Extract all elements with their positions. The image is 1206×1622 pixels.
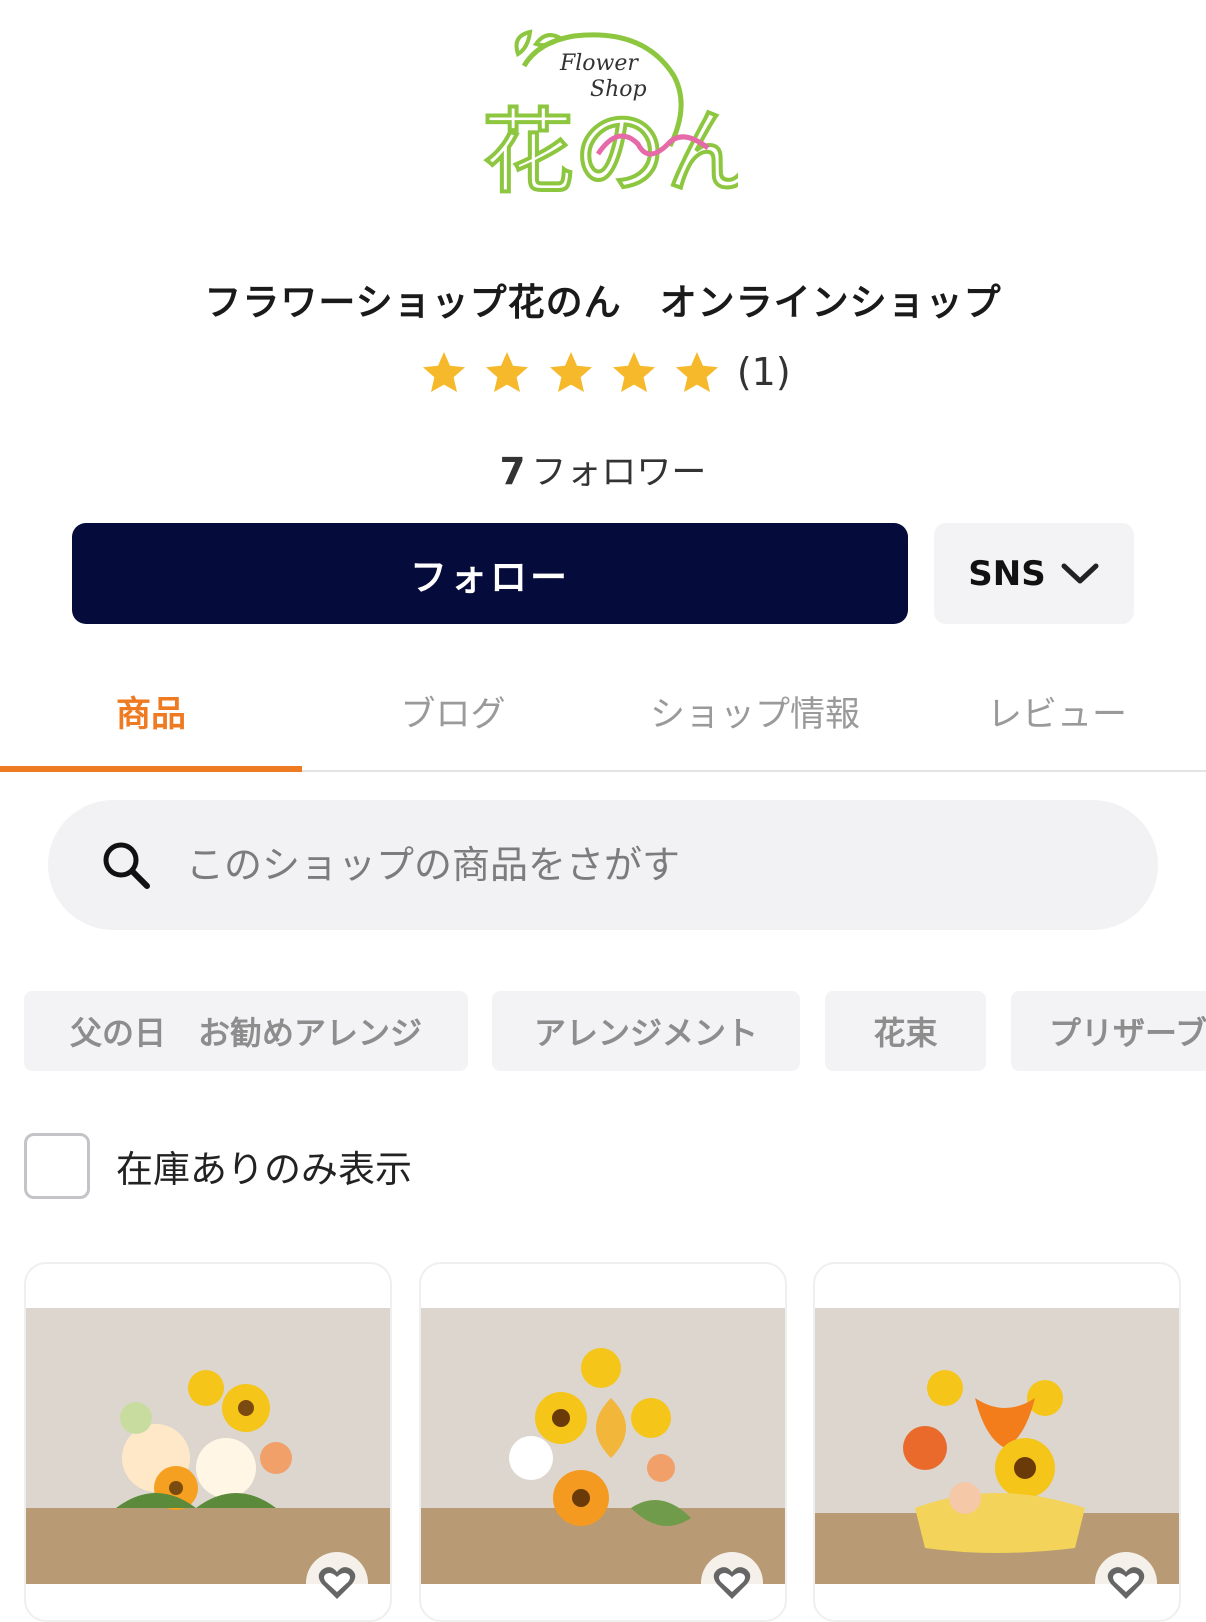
star-icon (549, 352, 592, 392)
product-image (26, 1308, 390, 1584)
chip-arrangement[interactable]: アレンジメント (492, 991, 800, 1071)
product-card[interactable] (419, 1262, 787, 1622)
sns-dropdown-button[interactable]: SNS (934, 523, 1134, 624)
in-stock-label: 在庫ありのみ表示 (116, 1148, 412, 1191)
search-icon (103, 842, 150, 889)
shop-search-bar[interactable] (48, 800, 1158, 930)
tab-bar: 商品 ブログ ショップ情報 レビュー (0, 668, 1206, 772)
review-count: (1) (736, 350, 791, 394)
star-icon (675, 352, 718, 392)
favorite-button[interactable] (701, 1552, 763, 1614)
follower-number: 7 (499, 450, 526, 493)
in-stock-checkbox[interactable] (24, 1133, 90, 1199)
product-image (815, 1308, 1179, 1584)
heart-icon (713, 1567, 751, 1599)
category-chips: 父の日 お勧めアレンジ アレンジメント 花束 プリザーブ (24, 991, 1206, 1071)
logo-text-flower: Flower (559, 51, 639, 76)
tab-products[interactable]: 商品 (0, 668, 302, 772)
product-card[interactable] (813, 1262, 1181, 1622)
product-card[interactable] (24, 1262, 392, 1622)
logo-text-kanji: 花のん (482, 99, 738, 204)
chip-bouquet[interactable]: 花束 (825, 991, 986, 1071)
chip-preserved[interactable]: プリザーブ (1011, 991, 1206, 1071)
star-icon (486, 352, 529, 392)
shop-logo: Flower Shop 花のん (478, 14, 760, 208)
shop-rating[interactable]: (1) (0, 348, 1206, 396)
tab-reviews[interactable]: レビュー (906, 668, 1206, 770)
heart-icon (318, 1567, 356, 1599)
chip-fathers-day[interactable]: 父の日 お勧めアレンジ (24, 991, 468, 1071)
favorite-button[interactable] (1095, 1552, 1157, 1614)
follow-button[interactable]: フォロー (72, 523, 908, 624)
product-image (421, 1308, 785, 1584)
search-input[interactable] (184, 842, 1088, 888)
tab-blog[interactable]: ブログ (302, 668, 604, 770)
chevron-down-icon (1061, 563, 1099, 583)
in-stock-filter[interactable]: 在庫ありのみ表示 (24, 1130, 412, 1202)
follower-label: フォロワー (531, 453, 707, 493)
sns-label: SNS (968, 553, 1046, 594)
shop-title: フラワーショップ花のん オンラインショップ (204, 281, 1002, 324)
favorite-button[interactable] (306, 1552, 368, 1614)
follower-count[interactable]: 7 フォロワー (0, 444, 1206, 495)
heart-icon (1107, 1567, 1145, 1599)
star-icon (612, 352, 655, 392)
tab-shop-info[interactable]: ショップ情報 (604, 668, 906, 770)
star-icon (423, 352, 466, 392)
